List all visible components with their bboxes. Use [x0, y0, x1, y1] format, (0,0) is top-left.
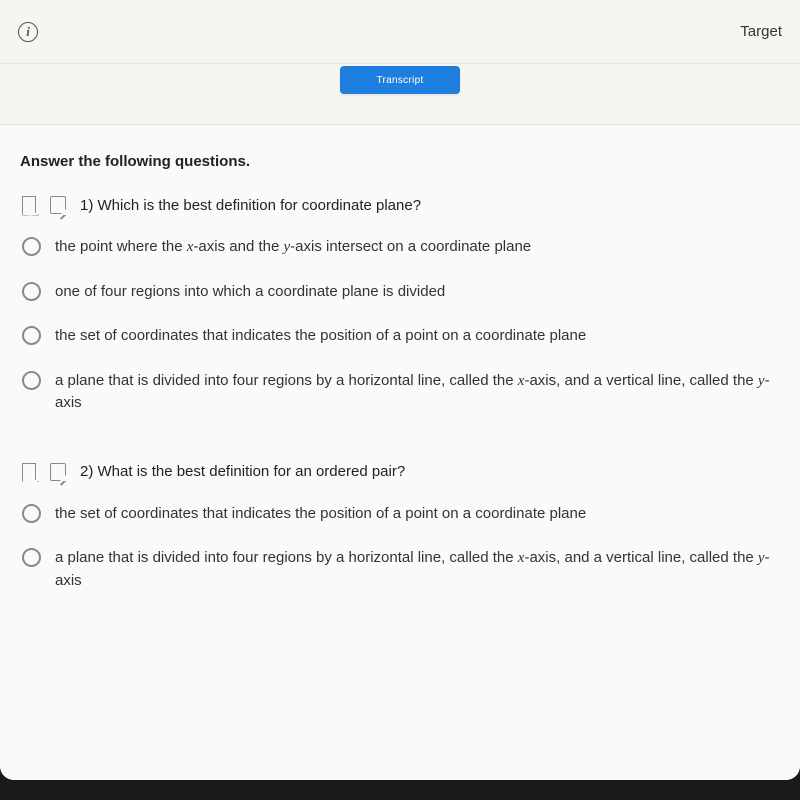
question-2-prompt: What is the best definition for an order…	[98, 463, 406, 480]
question-1-text: 1) Which is the best definition for coor…	[80, 197, 421, 214]
q2-option-b[interactable]: a plane that is divided into four region…	[20, 547, 780, 592]
q1-option-a[interactable]: the point where the x-axis and the y-axi…	[20, 236, 780, 259]
q1-option-d-text: a plane that is divided into four region…	[55, 370, 780, 415]
question-2-header: 2) What is the best definition for an or…	[20, 463, 780, 481]
question-1-prompt: Which is the best definition for coordin…	[98, 197, 422, 214]
q2-option-a-text: the set of coordinates that indicates th…	[55, 503, 586, 526]
info-icon[interactable]: i	[18, 22, 38, 42]
note-icon[interactable]	[50, 463, 66, 481]
sub-bar: Transcript	[0, 64, 800, 124]
bookmark-icon[interactable]	[22, 463, 36, 481]
q1-option-b-text: one of four regions into which a coordin…	[55, 281, 445, 304]
radio-icon[interactable]	[22, 237, 41, 256]
q1-option-b[interactable]: one of four regions into which a coordin…	[20, 281, 780, 304]
q1-option-c[interactable]: the set of coordinates that indicates th…	[20, 325, 780, 348]
radio-icon[interactable]	[22, 371, 41, 390]
bookmark-icon[interactable]	[22, 196, 36, 214]
transcript-button[interactable]: Transcript	[340, 66, 460, 94]
question-1-header: 1) Which is the best definition for coor…	[20, 196, 780, 214]
target-label: Target	[740, 23, 782, 40]
q1-option-c-text: the set of coordinates that indicates th…	[55, 325, 586, 348]
q1-option-a-text: the point where the x-axis and the y-axi…	[55, 236, 531, 259]
question-2-text: 2) What is the best definition for an or…	[80, 463, 405, 480]
q2-option-a[interactable]: the set of coordinates that indicates th…	[20, 503, 780, 526]
q2-option-b-text: a plane that is divided into four region…	[55, 547, 780, 592]
question-1-number: 1)	[80, 197, 93, 214]
app-frame: i Target Transcript Answer the following…	[0, 0, 800, 780]
quiz-panel: Answer the following questions. 1) Which…	[0, 124, 800, 780]
radio-icon[interactable]	[22, 504, 41, 523]
note-icon[interactable]	[50, 196, 66, 214]
question-2-number: 2)	[80, 463, 93, 480]
top-bar: i Target	[0, 0, 800, 64]
radio-icon[interactable]	[22, 326, 41, 345]
radio-icon[interactable]	[22, 282, 41, 301]
q1-option-d[interactable]: a plane that is divided into four region…	[20, 370, 780, 415]
quiz-heading: Answer the following questions.	[20, 153, 780, 170]
radio-icon[interactable]	[22, 548, 41, 567]
